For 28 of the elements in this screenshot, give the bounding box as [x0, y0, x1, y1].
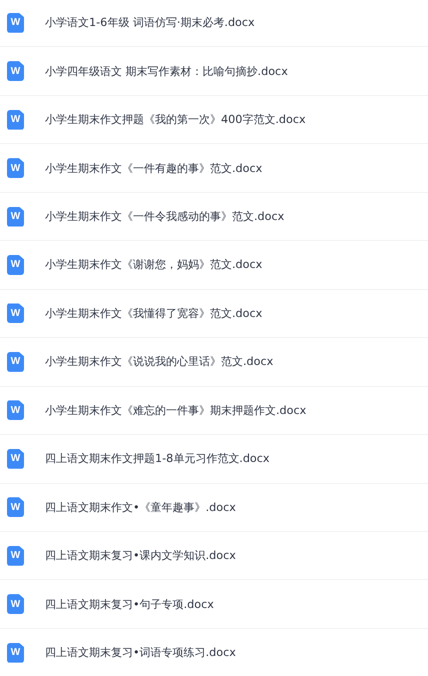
file-name[interactable]: 小学生期末作文《谢谢您，妈妈》范文.docx: [45, 257, 262, 272]
file-name[interactable]: 四上语文期末作文•《童年趣事》.docx: [45, 500, 236, 515]
word-document-icon: W: [7, 61, 24, 82]
file-name[interactable]: 小学生期末作文《我懂得了宽容》范文.docx: [45, 306, 262, 321]
word-document-icon: W: [7, 254, 24, 275]
file-name[interactable]: 四上语文期末复习•词语专项练习.docx: [45, 645, 236, 660]
word-document-icon: W: [7, 12, 24, 33]
word-document-icon: W: [7, 594, 24, 614]
word-document-icon: W: [7, 400, 24, 420]
word-document-icon: W: [7, 497, 24, 518]
word-document-icon: W: [7, 352, 24, 372]
file-name[interactable]: 小学生期末作文押题《我的第一次》400字范文.docx: [45, 112, 306, 128]
file-name[interactable]: 四上语文期末复习•课内文学知识.docx: [45, 548, 236, 564]
file-name[interactable]: 小学生期末作文《难忘的一件事》期末押题作文.docx: [45, 402, 306, 418]
word-document-icon: W: [7, 110, 24, 130]
file-name[interactable]: 小学生期末作文《一件有趣的事》范文.docx: [45, 160, 262, 176]
word-document-icon: W: [7, 158, 24, 178]
word-document-icon: W: [7, 206, 24, 227]
file-name[interactable]: 四上语文期末复习•句子专项.docx: [45, 596, 214, 612]
word-document-icon: W: [7, 448, 24, 469]
file-name[interactable]: 小学生期末作文《说说我的心里话》范文.docx: [45, 354, 274, 370]
word-document-icon: W: [7, 303, 24, 324]
file-name[interactable]: 四上语文期末作文押题1-8单元习作范文.docx: [45, 451, 270, 466]
file-name[interactable]: 小学生期末作文《一件令我感动的事》范文.docx: [45, 209, 284, 224]
file-name[interactable]: 小学四年级语文 期末写作素材：比喻句摘抄.docx: [45, 64, 288, 79]
word-document-icon: W: [7, 546, 24, 566]
word-document-icon: W: [7, 642, 24, 663]
file-name[interactable]: 小学语文1-6年级 词语仿写·期末必考.docx: [45, 15, 255, 30]
